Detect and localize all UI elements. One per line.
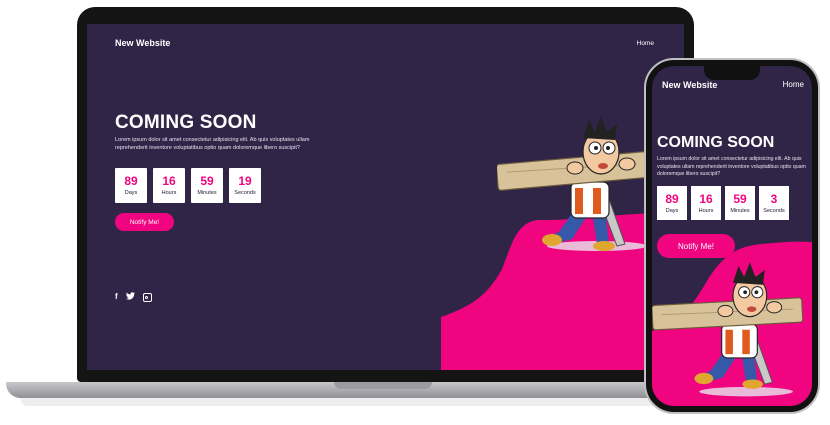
nav-home-link[interactable]: Home	[637, 40, 654, 47]
countdown-days: 89 Days	[115, 168, 147, 203]
brand-logo[interactable]: New Website	[115, 38, 170, 48]
phone-notch	[704, 66, 760, 80]
countdown-timer: 89 Days 16 Hours 59 Minutes 3 Seconds	[657, 186, 789, 220]
instagram-icon[interactable]	[142, 293, 152, 302]
countdown-minutes: 59 Minutes	[725, 186, 755, 220]
carpenter-illustration	[497, 116, 649, 251]
countdown-value: 89	[124, 174, 138, 188]
countdown-label: Minutes	[197, 190, 217, 196]
notify-me-button[interactable]: Notify Me!	[115, 213, 174, 231]
countdown-label: Seconds	[234, 190, 256, 196]
page-description: Lorem ipsum dolor sit amet consectetur a…	[657, 156, 806, 177]
countdown-hours: 16 Hours	[153, 168, 185, 203]
laptop-shadow	[20, 398, 750, 406]
countdown-days: 89 Days	[657, 186, 687, 220]
laptop-screen: New Website Home COMING SOON Lorem ipsum…	[87, 24, 684, 370]
countdown-label: Seconds	[763, 207, 785, 214]
countdown-value: 16	[162, 174, 176, 188]
countdown-value: 3	[770, 191, 778, 206]
countdown-hours: 16 Hours	[691, 186, 721, 220]
nav-home-link[interactable]: Home	[783, 80, 804, 89]
countdown-label: Days	[124, 190, 138, 196]
carpenter-illustration	[652, 262, 804, 397]
social-links: f	[115, 292, 152, 302]
laptop-hinge-notch	[334, 382, 432, 389]
countdown-label: Minutes	[730, 207, 750, 214]
countdown-value: 89	[665, 191, 679, 206]
countdown-value: 16	[699, 191, 713, 206]
countdown-value: 59	[733, 191, 747, 206]
page-title: COMING SOON	[657, 134, 775, 151]
countdown-seconds: 19 Seconds	[229, 168, 261, 203]
countdown-label: Days	[665, 207, 679, 214]
countdown-minutes: 59 Minutes	[191, 168, 223, 203]
page-title: COMING SOON	[115, 112, 257, 133]
brand-logo[interactable]: New Website	[662, 80, 717, 90]
countdown-label: Hours	[698, 207, 714, 214]
countdown-seconds: 3 Seconds	[759, 186, 789, 220]
countdown-value: 19	[238, 174, 252, 188]
phone-screen: New Website Home COMING SOON Lorem ipsum…	[652, 66, 812, 406]
twitter-icon[interactable]	[125, 292, 135, 300]
countdown-timer: 89 Days 16 Hours 59 Minutes 19 Seconds	[115, 168, 261, 203]
page-description: Lorem ipsum dolor sit amet consectetur a…	[115, 137, 310, 151]
notify-me-button[interactable]: Notify Me!	[657, 234, 735, 258]
countdown-value: 59	[200, 174, 214, 188]
countdown-label: Hours	[161, 190, 177, 196]
facebook-icon[interactable]: f	[115, 292, 118, 302]
